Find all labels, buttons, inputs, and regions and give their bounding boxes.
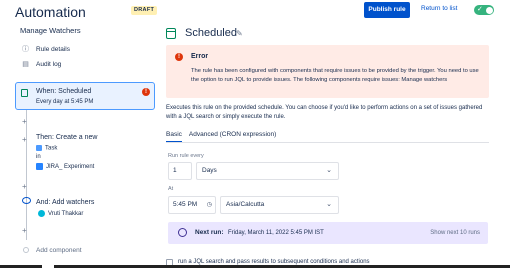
issue-type-label: Task [45, 145, 58, 152]
edit-pencil-icon[interactable]: ✎ [236, 29, 243, 38]
timezone-value: Asia/Calcutta [226, 201, 265, 208]
trigger-subtitle: Every day at 5:45 PM [36, 99, 94, 105]
run-every-unit-select[interactable]: Days ⌄ [196, 162, 339, 180]
timezone-select[interactable]: Asia/Calcutta ⌄ [220, 196, 339, 214]
calendar-icon [166, 28, 176, 39]
project-icon [36, 163, 43, 170]
task-icon [36, 145, 42, 151]
run-every-number-input[interactable]: 1 [168, 162, 192, 180]
run-every-label: Run rule every [168, 153, 204, 159]
error-icon: ! [175, 53, 183, 61]
chevron-down-icon: ⌄ [326, 201, 332, 208]
time-input[interactable]: 5:45 PM ◷ [168, 196, 216, 214]
next-run-label: Next run: [195, 229, 224, 236]
add-component-plus-icon[interactable]: + [22, 182, 27, 191]
tab-advanced-cron[interactable]: Advanced (CRON expression) [189, 131, 276, 138]
issue-type-row: Task [36, 145, 57, 152]
watcher-name: Vruti Thakkar [48, 211, 84, 218]
error-message-panel: ! Error The rule has been configured wit… [166, 45, 489, 98]
publish-rule-button[interactable]: Publish rule [364, 2, 410, 18]
trigger-title: When: Scheduled [36, 88, 92, 95]
sidebar-item-rule-details[interactable]: ⓘ Rule details [22, 44, 70, 54]
unit-value: Days [202, 167, 217, 174]
sidebar-item-audit-log[interactable]: ▤ Audit log [22, 60, 62, 69]
at-label: At [168, 186, 174, 192]
action-create-title[interactable]: Then: Create a new [36, 134, 97, 141]
next-run-value: Friday, March 11, 2022 5:45 PM IST [228, 229, 324, 236]
next-run-banner: Next run: Friday, March 11, 2022 5:45 PM… [168, 222, 488, 244]
rule-enabled-toggle[interactable]: ✓ [474, 5, 494, 15]
schedule-description: Executes this rule on the provided sched… [166, 105, 483, 120]
sidebar-heading: Manage Watchers [20, 26, 81, 35]
tab-divider [166, 142, 489, 143]
error-icon: ! [142, 88, 150, 96]
show-next-runs-link[interactable]: Show next 10 runs [430, 230, 480, 236]
in-label: in [36, 154, 41, 160]
project-row: JIRA_ Experiment [36, 163, 94, 170]
info-icon: ⓘ [22, 46, 29, 53]
add-component-plus-icon[interactable]: + [22, 135, 27, 144]
time-value: 5:45 PM [173, 201, 198, 208]
error-body: The rule has been configured with compon… [191, 68, 479, 83]
toggle-knob [485, 6, 493, 14]
calendar-icon [21, 89, 28, 97]
error-title: Error [191, 53, 209, 60]
add-component-plus-icon[interactable]: + [22, 117, 27, 126]
avatar [38, 210, 45, 217]
check-icon: ✓ [477, 6, 483, 13]
clock-icon: ◷ [206, 202, 212, 208]
chevron-down-icon: ⌄ [326, 167, 332, 174]
component-connector-line [26, 110, 27, 240]
add-component-link[interactable]: Add component [36, 247, 82, 254]
audit-log-icon: ▤ [22, 61, 29, 68]
watcher-row: Vruti Thakkar [38, 210, 83, 217]
project-label: JIRA_ Experiment [46, 164, 95, 171]
sidebar-item-label: Rule details [36, 45, 70, 53]
component-heading: Scheduled [185, 27, 237, 39]
schedule-tabs: Basic Advanced (CRON expression) [166, 131, 276, 138]
return-to-list-link[interactable]: Return to list [421, 5, 458, 12]
clock-icon [178, 228, 187, 237]
watchers-eye-icon [22, 197, 31, 204]
add-component-dot-icon [23, 247, 29, 253]
draft-badge: DRAFT [131, 6, 158, 15]
action-add-watchers-title[interactable]: And: Add watchers [36, 199, 94, 206]
add-component-plus-icon[interactable]: + [22, 226, 27, 235]
trigger-card-scheduled[interactable]: When: Scheduled Every day at 5:45 PM ! [15, 82, 155, 110]
page-title: Automation [15, 4, 86, 20]
tab-basic[interactable]: Basic [166, 131, 182, 138]
sidebar-item-label: Audit log [36, 60, 62, 68]
